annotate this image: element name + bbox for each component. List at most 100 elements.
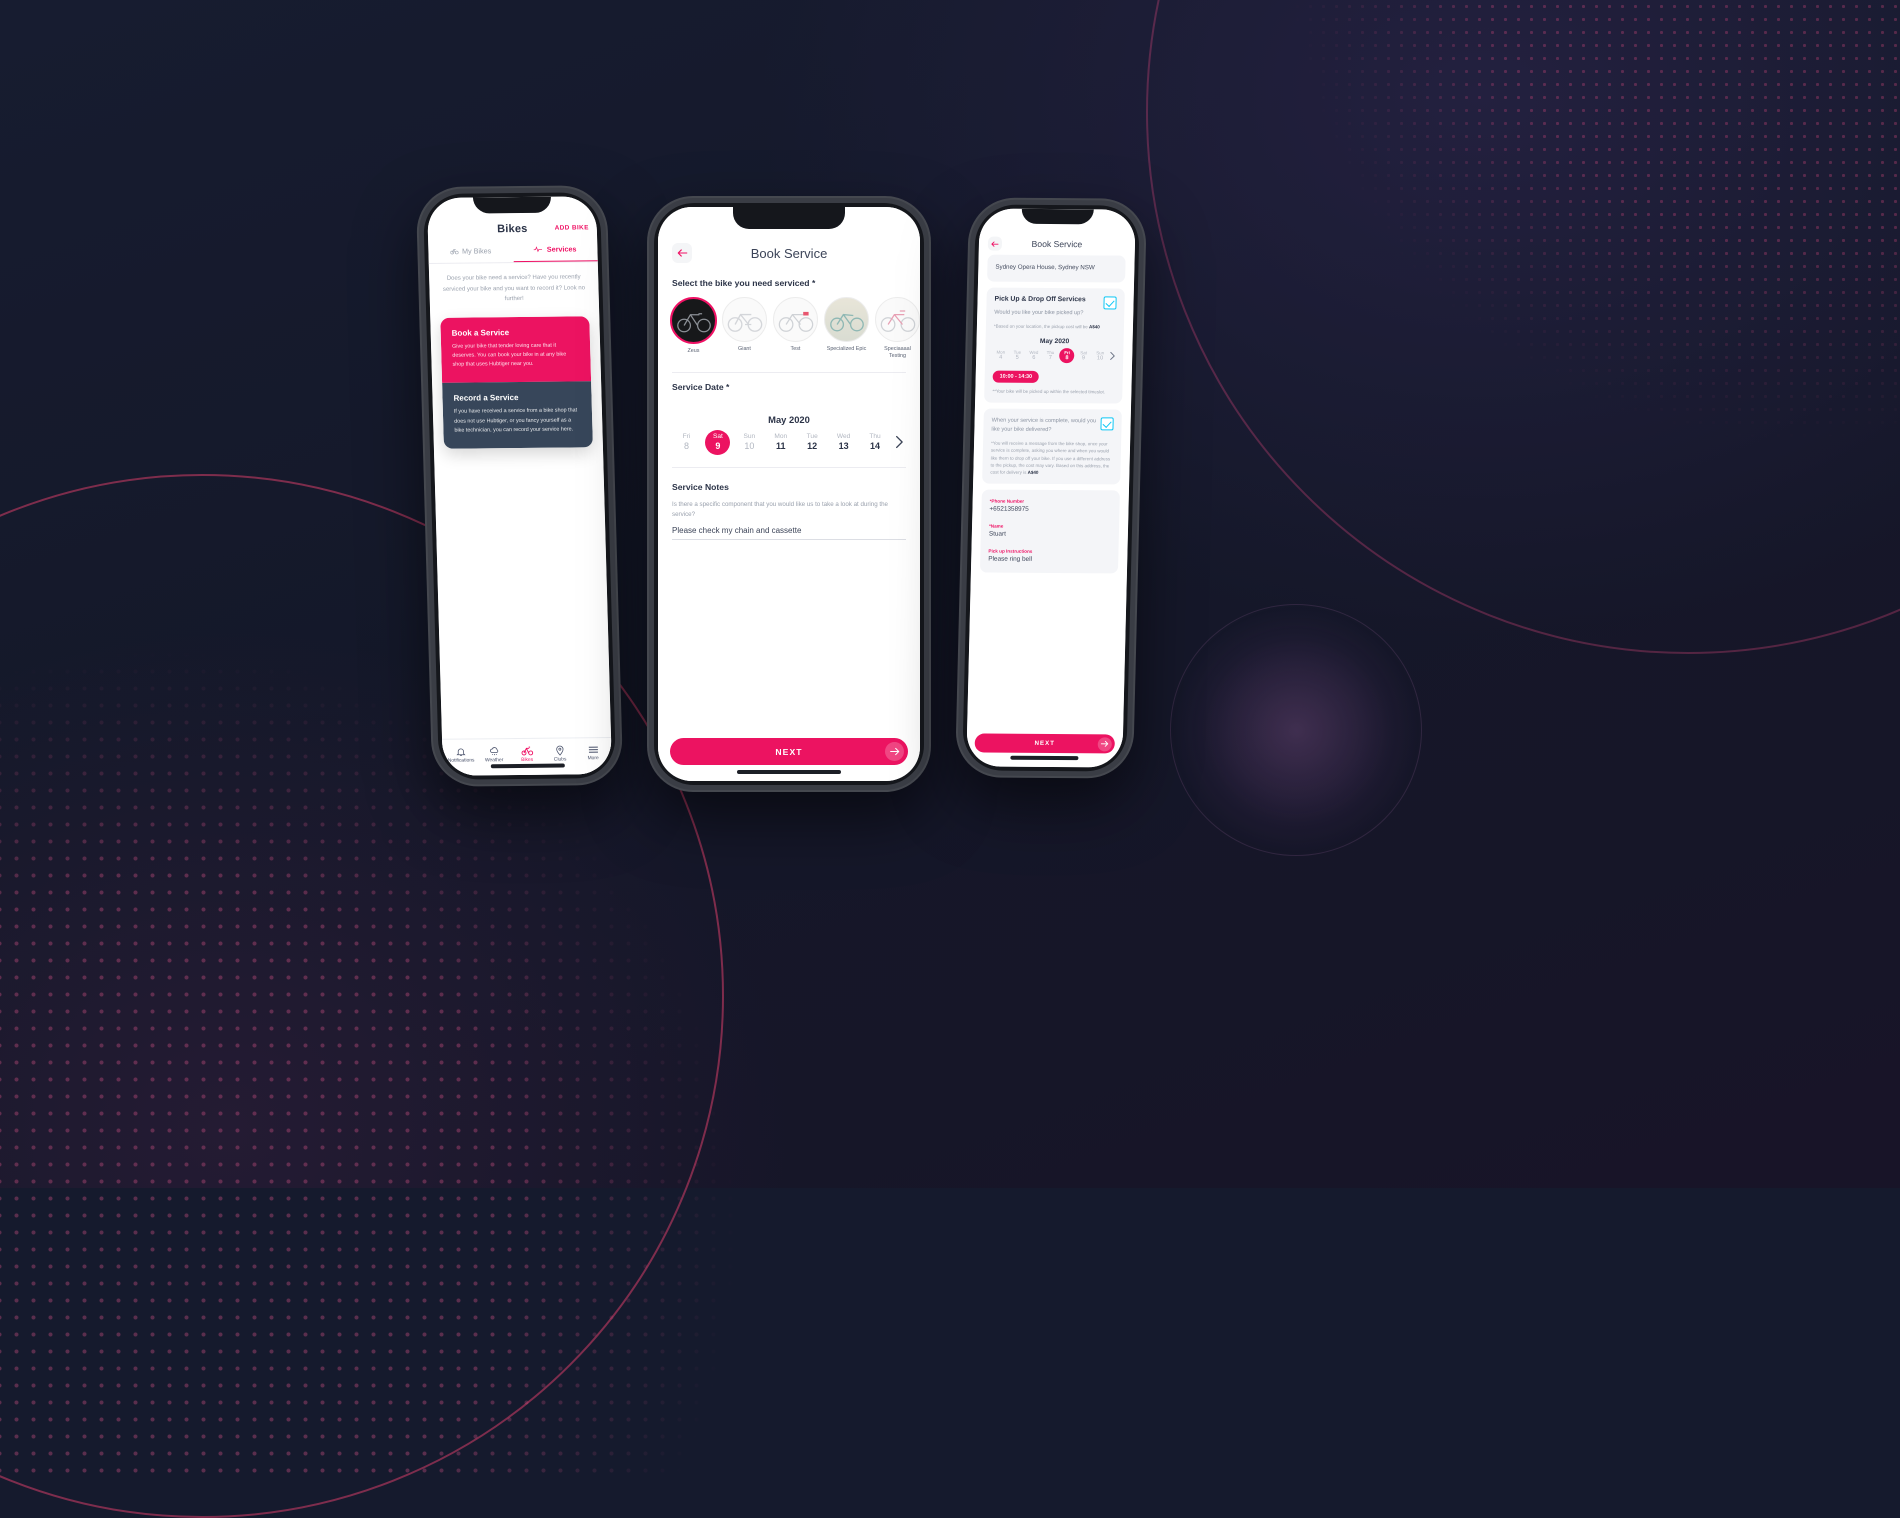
pickup-checkbox[interactable] [1103,296,1117,310]
calendar-day-number: 10 [1096,355,1104,362]
service-option-cards: Book a Service Give your bike that tende… [440,315,593,450]
calendar-day-number: 4 [999,354,1003,361]
bike-option-giant[interactable]: Giant [722,297,767,361]
page-title: Book Service [750,245,828,261]
nav-item-notifications[interactable]: Notifications [444,746,477,764]
nav-item-weather[interactable]: Weather [477,746,510,763]
calendar-day-number: 9 [715,440,721,451]
pickup-instructions-label: Pick up Instructions [988,548,1033,554]
calendar-day[interactable]: Mon 4 [993,348,1008,363]
arrow-right-icon [885,742,904,761]
pickup-heading: Pick Up & Drop Off Services [994,295,1086,304]
calendar-day-number: 10 [744,440,755,451]
cloud-rain-icon [489,746,499,756]
calendar-day-number: 5 [1015,354,1019,361]
book-a-service-body: Give your bike that tender loving care t… [451,342,567,368]
bicycle-icon [521,746,533,756]
name-field[interactable]: *Name Stuart [989,524,1111,539]
pickup-cost-note-text: *Based on your location, the pickup cost… [993,323,1090,330]
location-pin-icon [555,745,564,756]
nav-item-more[interactable]: More [576,745,609,762]
calendar-day-name: Fri [682,432,691,440]
record-a-service-title: Record a Service [453,393,519,404]
bike-thumbnail [875,297,920,342]
calendar-day-number: 14 [870,440,881,451]
calendar-day-number: 12 [807,440,818,451]
calendar-day[interactable]: Tue 5 [1010,348,1025,363]
calendar-day-number: 9 [1081,355,1086,362]
calendar-day[interactable]: Sun 10 [1092,348,1107,363]
next-button-label: NEXT [1034,739,1056,747]
phone-mockup-book-service-step2: Book Service Sydney Opera House, Sydney … [954,197,1148,779]
nav-item-bikes[interactable]: Bikes [510,746,543,763]
book-a-service-card[interactable]: Book a Service Give your bike that tende… [440,315,592,384]
phone-number-label: *Phone Number [989,498,1025,504]
contact-details-section: *Phone Number +6521358975 *Name Stuart P… [979,489,1120,574]
calendar-day-selected[interactable]: Sat 9 [705,429,731,455]
calendar-day[interactable]: Mon 11 [768,430,793,455]
calendar-day-number: 7 [1048,354,1053,361]
calendar-day-number: 8 [1065,355,1069,362]
calendar-day-strip: Fri 8 Sat 9 Sun 10 Mon 11 Tue 12 Wed 13 … [672,429,906,455]
record-a-service-card[interactable]: Record a Service If you have received a … [442,381,593,450]
calendar-day[interactable]: Tue 12 [800,430,825,455]
calendar-day-name: Tue [806,432,818,440]
calendar-day-name: Thu [869,432,881,440]
address-field[interactable]: Sydney Opera House, Sydney NSW [987,254,1126,283]
bike-option-zeus[interactable]: Zeus [670,297,717,361]
add-bike-button[interactable]: ADD BIKE [555,224,589,231]
pickup-dropoff-section: Pick Up & Drop Off Services Would you li… [984,287,1125,404]
decorative-glow-right-inner [1206,640,1388,822]
delivery-question: When your service is complete, would you… [991,417,1097,434]
nav-item-clubs[interactable]: Clubs [543,745,576,763]
bike-option-test[interactable]: Test [773,297,818,361]
bottom-navigation-bar: Notifications Weather Bikes Clubs More [442,737,613,776]
divider [672,371,906,373]
bike-thumbnail [722,297,767,342]
calendar-day-number: 6 [1032,354,1036,361]
service-notes-input[interactable]: Please check my chain and cassette [672,521,906,540]
pickup-instructions-value: Please ring bell [988,555,1033,563]
bike-option-label: Specialized Epic [826,346,867,352]
record-a-service-body: If you have received a service from a bi… [453,407,578,434]
calendar-day-name: Sat [712,432,723,440]
service-notes-question: Is there a specific component that you w… [672,500,889,519]
nav-item-bikes-label: Bikes [521,757,534,763]
book-a-service-title: Book a Service [451,327,510,338]
tab-my-bikes[interactable]: My Bikes [428,245,513,263]
timeslot-chip[interactable]: 10:00 - 14:30 [992,370,1040,384]
tab-services[interactable]: Services [512,244,598,263]
calendar-day-number: 13 [838,440,849,451]
delivery-section: When your service is complete, would you… [982,408,1122,485]
chevron-right-icon[interactable] [1109,352,1115,361]
tab-my-bikes-label: My Bikes [461,245,492,256]
next-button[interactable]: NEXT [670,738,908,765]
date-section-label: Service Date * [672,381,730,392]
bike-option-specialized-epic[interactable]: Specialized Epic [824,297,869,361]
calendar-day-number: 8 [683,440,689,451]
bike-thumbnail [670,297,717,344]
bike-option-speciaaaal-testing[interactable]: Speciaaaal Testing [875,297,920,361]
calendar-day-selected[interactable]: Fri 8 [1059,348,1075,364]
calendar-day[interactable]: Thu 14 [863,430,888,455]
bike-option-label: Giant [738,346,751,352]
phone-number-value: +6521358975 [989,505,1029,513]
phone-mockup-book-service-step1: Book Service Select the bike you need se… [647,196,931,792]
bike-selector-list: Zeus Giant Test Specialized Epic Speciaa… [670,297,920,361]
delivery-checkbox[interactable] [1100,417,1114,431]
calendar-day[interactable]: Wed 6 [1026,348,1041,363]
phone3-screen: Book Service Sydney Opera House, Sydney … [966,208,1136,768]
next-button[interactable]: NEXT [974,733,1115,754]
calendar-day[interactable]: Thu 7 [1043,348,1058,363]
pickup-instructions-field[interactable]: Pick up Instructions Please ring bell [988,549,1110,564]
calendar-day[interactable]: Sat 9 [1076,348,1091,363]
calendar-day[interactable]: Fri 8 [674,430,699,455]
calendar-day[interactable]: Sun 10 [737,430,762,455]
chevron-right-icon[interactable] [894,435,904,449]
phone1-tabs: My Bikes Services [428,244,598,264]
phone1-notch [472,196,551,214]
phone-number-field[interactable]: *Phone Number +6521358975 [989,499,1111,514]
calendar-day[interactable]: Wed 13 [831,430,856,455]
hamburger-icon [588,745,598,754]
phone3-notch [1021,208,1094,225]
